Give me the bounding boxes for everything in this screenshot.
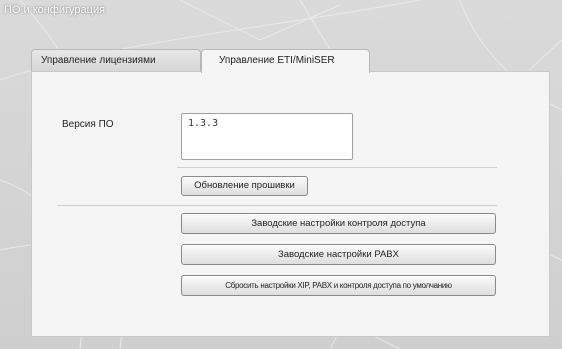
tab-content-panel: Версия ПО 1.3.3 Обновление прошивки Заво…	[31, 71, 550, 337]
factory-access-control-button[interactable]: Заводские настройки контроля доступа	[181, 213, 496, 234]
software-version-label: Версия ПО	[62, 119, 114, 130]
firmware-update-button[interactable]: Обновление прошивки	[181, 176, 308, 196]
tab-license-management[interactable]: Управление лицензиями	[31, 49, 201, 71]
divider	[177, 167, 497, 168]
software-version-field[interactable]: 1.3.3	[181, 113, 353, 160]
window-title: ПО и конфигурация	[4, 4, 106, 16]
reset-defaults-button[interactable]: Сбросить настройки XIP, PABX и контроля …	[181, 275, 496, 296]
tab-eti-miniser-management[interactable]: Управление ETI/MiniSER	[201, 49, 370, 73]
factory-pabx-button[interactable]: Заводские настройки PABX	[181, 244, 496, 265]
divider	[57, 205, 497, 206]
